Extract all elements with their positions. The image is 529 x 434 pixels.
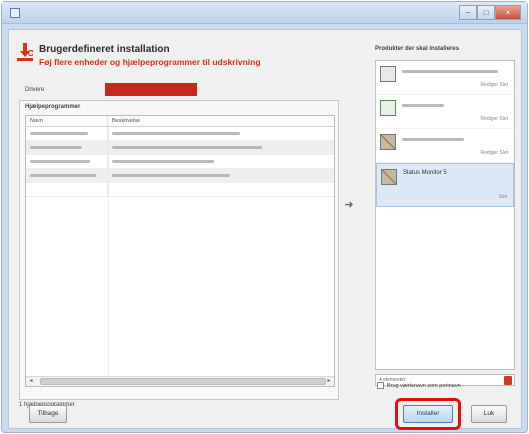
minimize-button[interactable]: –	[459, 5, 477, 20]
utilities-panel: Hjælpeprogrammer Navn Beskrivelse ◂ ▸	[19, 100, 339, 400]
row-name-text-blurred	[30, 132, 88, 135]
list-item[interactable]: Rediger Slet	[376, 129, 514, 163]
row-description-text-blurred	[112, 132, 240, 135]
products-list: Rediger Slet Rediger Slet Rediger Slet S…	[375, 60, 515, 370]
hostname-checkbox[interactable]	[377, 382, 384, 389]
table-row[interactable]	[26, 140, 334, 155]
title-bar: – □ ×	[2, 2, 527, 24]
product-actions[interactable]: Slet	[498, 194, 507, 200]
row-description-text-blurred	[112, 174, 230, 177]
product-name-blurred	[402, 70, 498, 73]
client-area: Brugerdefineret installation Føj flere e…	[8, 29, 522, 430]
row-name-text-blurred	[30, 160, 90, 163]
close-button[interactable]: Luk	[471, 405, 507, 423]
row-description-text-blurred	[112, 146, 262, 149]
products-panel: Produkter der skal installeres Rediger S…	[361, 40, 517, 400]
product-name-blurred	[402, 138, 464, 141]
product-actions[interactable]: Rediger Slet	[480, 116, 508, 122]
install-button[interactable]: Installer	[403, 405, 453, 423]
button-bar: Tilbage Installer Luk	[9, 396, 521, 430]
scroll-right-icon[interactable]: ▸	[324, 377, 334, 386]
product-name: Status Monitor 5	[403, 170, 447, 176]
page-title: Brugerdefineret installation	[39, 44, 170, 55]
app-icon	[10, 8, 20, 18]
column-header-description[interactable]: Beskrivelse	[108, 116, 334, 126]
row-description-text-blurred	[112, 160, 214, 163]
list-item[interactable]: Rediger Slet	[376, 95, 514, 129]
product-actions[interactable]: Rediger Slet	[480, 82, 508, 88]
table-row[interactable]	[26, 168, 334, 183]
row-name-text-blurred	[30, 174, 96, 177]
table-row[interactable]	[26, 154, 334, 169]
hostname-checkbox-label: Brug værtsnavn som portnavn	[387, 382, 461, 389]
add-arrow-icon[interactable]: ➜	[342, 198, 356, 212]
utilities-table: Navn Beskrivelse ◂ ▸	[25, 115, 335, 387]
driver-label: Drivere	[25, 87, 45, 93]
column-header-name[interactable]: Navn	[26, 116, 108, 126]
row-name-text-blurred	[30, 146, 82, 149]
window-controls: – □ ×	[459, 5, 521, 20]
list-item[interactable]: Status Monitor 5 Slet	[376, 163, 514, 207]
hostname-checkbox-row[interactable]: Brug værtsnavn som portnavn	[377, 382, 461, 389]
close-window-button[interactable]: ×	[495, 5, 521, 20]
installer-window: – □ × Brugerdefineret installation Føj f…	[1, 1, 528, 433]
back-button[interactable]: Tilbage	[29, 405, 67, 423]
utility-icon	[380, 134, 396, 150]
product-actions[interactable]: Rediger Slet	[480, 150, 508, 156]
driver-selector[interactable]	[105, 83, 197, 96]
list-item[interactable]: Rediger Slet	[376, 61, 514, 95]
scrollbar-thumb[interactable]	[40, 378, 326, 385]
table-header: Navn Beskrivelse	[26, 116, 334, 127]
maximize-button[interactable]: □	[477, 5, 495, 20]
scroll-left-icon[interactable]: ◂	[26, 377, 36, 386]
printer-icon	[380, 66, 396, 82]
page-subtitle: Føj flere enheder og hjælpeprogrammer ti…	[39, 57, 261, 67]
trash-icon[interactable]	[504, 376, 512, 385]
product-name-blurred	[402, 104, 444, 107]
utilities-section-label: Hjælpeprogrammer	[25, 104, 81, 110]
column-divider	[108, 127, 109, 386]
download-arrow-icon	[17, 43, 33, 61]
horizontal-scrollbar[interactable]: ◂ ▸	[26, 376, 334, 386]
document-icon	[380, 100, 396, 116]
table-row[interactable]	[26, 182, 334, 197]
products-title: Produkter der skal installeres	[375, 46, 460, 52]
table-row[interactable]	[26, 126, 334, 141]
utility-icon	[381, 169, 397, 185]
